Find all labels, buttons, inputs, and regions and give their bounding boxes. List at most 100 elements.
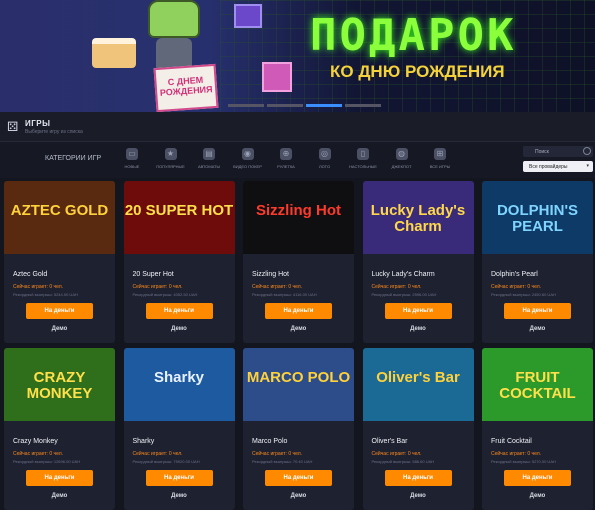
gift-box-image — [234, 4, 262, 28]
demo-button[interactable]: Демо — [26, 323, 93, 335]
game-card[interactable]: Sharky Sharky Сейчас играет: 0 чел. Рекордн… — [123, 348, 235, 510]
dice-icon: ⚄ — [7, 119, 19, 134]
category-рулетка[interactable]: ⊕ РУЛЕТКА — [268, 148, 304, 169]
demo-button[interactable]: Демо — [504, 323, 571, 335]
game-name[interactable]: Fruit Cocktail — [491, 438, 532, 445]
game-card[interactable]: FRUIT COCKTAIL Fruit Cocktail Сейчас играе… — [482, 348, 593, 510]
game-name[interactable]: Crazy Monkey — [13, 438, 58, 445]
game-thumbnail[interactable]: DOLPHIN'S PEARL — [482, 181, 593, 254]
record-win: Рекордный выигрыш: 5244.00 UAH — [13, 292, 78, 297]
section-subtitle: Выберите игру из списка — [25, 129, 83, 135]
play-for-money-button[interactable]: На деньги — [384, 303, 452, 319]
record-win: Рекордный выигрыш: 70.40 UAH — [252, 459, 313, 464]
promo-banner[interactable]: С ДНЕМ РОЖДЕНИЯ ПОДАРОК КО ДНЮ РОЖДЕНИЯ — [0, 0, 595, 112]
category-все-игры[interactable]: ⊞ ВСЕ ИГРЫ — [422, 148, 458, 169]
game-logo: FRUIT COCKTAIL — [499, 369, 576, 402]
game-logo: Sizzling Hot — [256, 202, 341, 219]
play-for-money-button[interactable]: На деньги — [504, 303, 571, 319]
game-thumbnail[interactable]: 20 SUPER HOT — [123, 181, 235, 254]
search-input[interactable]: Поиск — [523, 146, 593, 157]
games-section-header: ⚄ ИГРЫ Выберите игру из списка — [0, 112, 595, 142]
card-icon: ▯ — [357, 148, 369, 160]
game-name[interactable]: 20 Super Hot — [133, 271, 174, 278]
category-джекпот[interactable]: ◍ ДЖЕКПОТ — [384, 148, 420, 169]
record-win: Рекордный выигрыш: 586.60 UAH — [371, 459, 435, 464]
demo-button[interactable]: Демо — [265, 323, 332, 335]
gift-box-image — [262, 62, 292, 92]
category-label: ДЖЕКПОТ — [391, 164, 412, 169]
play-for-money-button[interactable]: На деньги — [145, 470, 213, 486]
game-thumbnail[interactable]: FRUIT COCKTAIL — [482, 348, 593, 421]
players-now: Сейчас играет: 0 чел. — [371, 451, 422, 457]
game-card[interactable]: AZTEC GOLD Aztec Gold Сейчас играет: 0 чел… — [4, 181, 115, 343]
categories-label: КАТЕГОРИИ ИГР — [45, 155, 102, 162]
category-новые[interactable]: ▭ НОВЫЕ — [114, 148, 150, 169]
players-now: Сейчас играет: 0 чел. — [491, 451, 542, 457]
demo-button[interactable]: Демо — [146, 490, 213, 502]
game-card[interactable]: CRAZY MONKEY Crazy Monkey Сейчас играет: 0… — [4, 348, 115, 510]
players-now: Сейчас играет: 0 чел. — [371, 284, 422, 290]
slider-dot[interactable] — [228, 104, 264, 107]
providers-selected: Все провайдеры — [529, 164, 568, 170]
game-name[interactable]: Sharky — [133, 438, 155, 445]
demo-button[interactable]: Демо — [26, 490, 93, 502]
game-thumbnail[interactable]: Sharky — [123, 348, 235, 421]
slider-dot[interactable] — [306, 104, 342, 107]
game-card[interactable]: 20 SUPER HOT 20 Super Hot Сейчас играет: 0… — [123, 181, 235, 343]
game-name[interactable]: Sizzling Hot — [252, 271, 289, 278]
game-name[interactable]: Lucky Lady's Charm — [372, 271, 435, 278]
demo-button[interactable]: Демо — [265, 490, 332, 502]
game-thumbnail[interactable]: MARCO POLO — [243, 348, 354, 421]
slot-machine-icon: ▤ — [203, 148, 215, 160]
play-for-money-button[interactable]: На деньги — [145, 303, 213, 319]
play-for-money-button[interactable]: На деньги — [265, 303, 332, 319]
game-card[interactable]: Sizzling Hot Sizzling Hot Сейчас играет: 0… — [243, 181, 354, 343]
game-name[interactable]: Marco Polo — [252, 438, 287, 445]
robot-illustration: С ДНЕМ РОЖДЕНИЯ — [130, 0, 220, 112]
game-name[interactable]: Oliver's Bar — [372, 438, 408, 445]
demo-button[interactable]: Демо — [146, 323, 213, 335]
play-for-money-button[interactable]: На деньги — [384, 470, 452, 486]
game-name[interactable]: Dolphin's Pearl — [491, 271, 538, 278]
category-видео-покер[interactable]: ◉ ВИДЕО ПОКЕР — [230, 148, 266, 169]
category-label: ПОПУЛЯРНЫЕ — [156, 164, 185, 169]
game-card[interactable]: Oliver's Bar Oliver's Bar Сейчас играет: 0… — [362, 348, 474, 510]
category-label: ВСЕ ИГРЫ — [429, 164, 451, 169]
players-now: Сейчас играет: 0 чел. — [132, 284, 183, 290]
category-автоматы[interactable]: ▤ АВТОМАТЫ — [191, 148, 227, 169]
category-лото[interactable]: ◎ ЛОТО — [307, 148, 343, 169]
play-for-money-button[interactable]: На деньги — [504, 470, 571, 486]
game-thumbnail[interactable]: Lucky Lady's Charm — [362, 181, 474, 254]
game-card[interactable]: DOLPHIN'S PEARL Dolphin's Pearl Сейчас игр… — [482, 181, 593, 343]
game-name[interactable]: Aztec Gold — [13, 271, 47, 278]
game-logo: Sharky — [153, 369, 205, 386]
demo-button[interactable]: Демо — [504, 490, 571, 502]
birthday-card: С ДНЕМ РОЖДЕНИЯ — [153, 63, 219, 112]
categories-bar: КАТЕГОРИИ ИГР ▭ НОВЫЕ ★ ПОПУЛЯРНЫЕ ▤ АВТОМАТЫ… — [0, 142, 595, 178]
game-thumbnail[interactable]: AZTEC GOLD — [4, 181, 115, 254]
slider-dot[interactable] — [345, 104, 381, 107]
play-for-money-button[interactable]: На деньги — [26, 470, 93, 486]
game-card[interactable]: Lucky Lady's Charm Lucky Lady's Charm Сейч… — [362, 181, 474, 343]
star-icon: ★ — [164, 148, 177, 160]
play-for-money-button[interactable]: На деньги — [265, 470, 332, 486]
lotto-icon: ◎ — [318, 148, 331, 160]
category-label: НОВЫЕ — [124, 164, 140, 169]
category-label: АВТОМАТЫ — [197, 164, 221, 169]
jackpot-icon: ◍ — [395, 148, 408, 160]
category-настольные[interactable]: ▯ НАСТОЛЬНЫЕ — [345, 148, 381, 169]
game-thumbnail[interactable]: Oliver's Bar — [362, 348, 474, 421]
category-популярные[interactable]: ★ ПОПУЛЯРНЫЕ — [153, 148, 189, 169]
all-games-icon: ⊞ — [434, 148, 446, 160]
play-for-money-button[interactable]: На деньги — [26, 303, 93, 319]
slider-dots — [228, 104, 381, 107]
game-thumbnail[interactable]: Sizzling Hot — [243, 181, 354, 254]
providers-select[interactable]: Все провайдеры ▾ — [523, 161, 593, 172]
slider-dot[interactable] — [267, 104, 303, 107]
game-thumbnail[interactable]: CRAZY MONKEY — [4, 348, 115, 421]
search-icon[interactable] — [583, 147, 591, 155]
category-label: ЛОТО — [318, 164, 331, 169]
game-card[interactable]: MARCO POLO Marco Polo Сейчас играет: 0 чел… — [243, 348, 354, 510]
demo-button[interactable]: Демо — [385, 323, 452, 335]
demo-button[interactable]: Демо — [385, 490, 452, 502]
